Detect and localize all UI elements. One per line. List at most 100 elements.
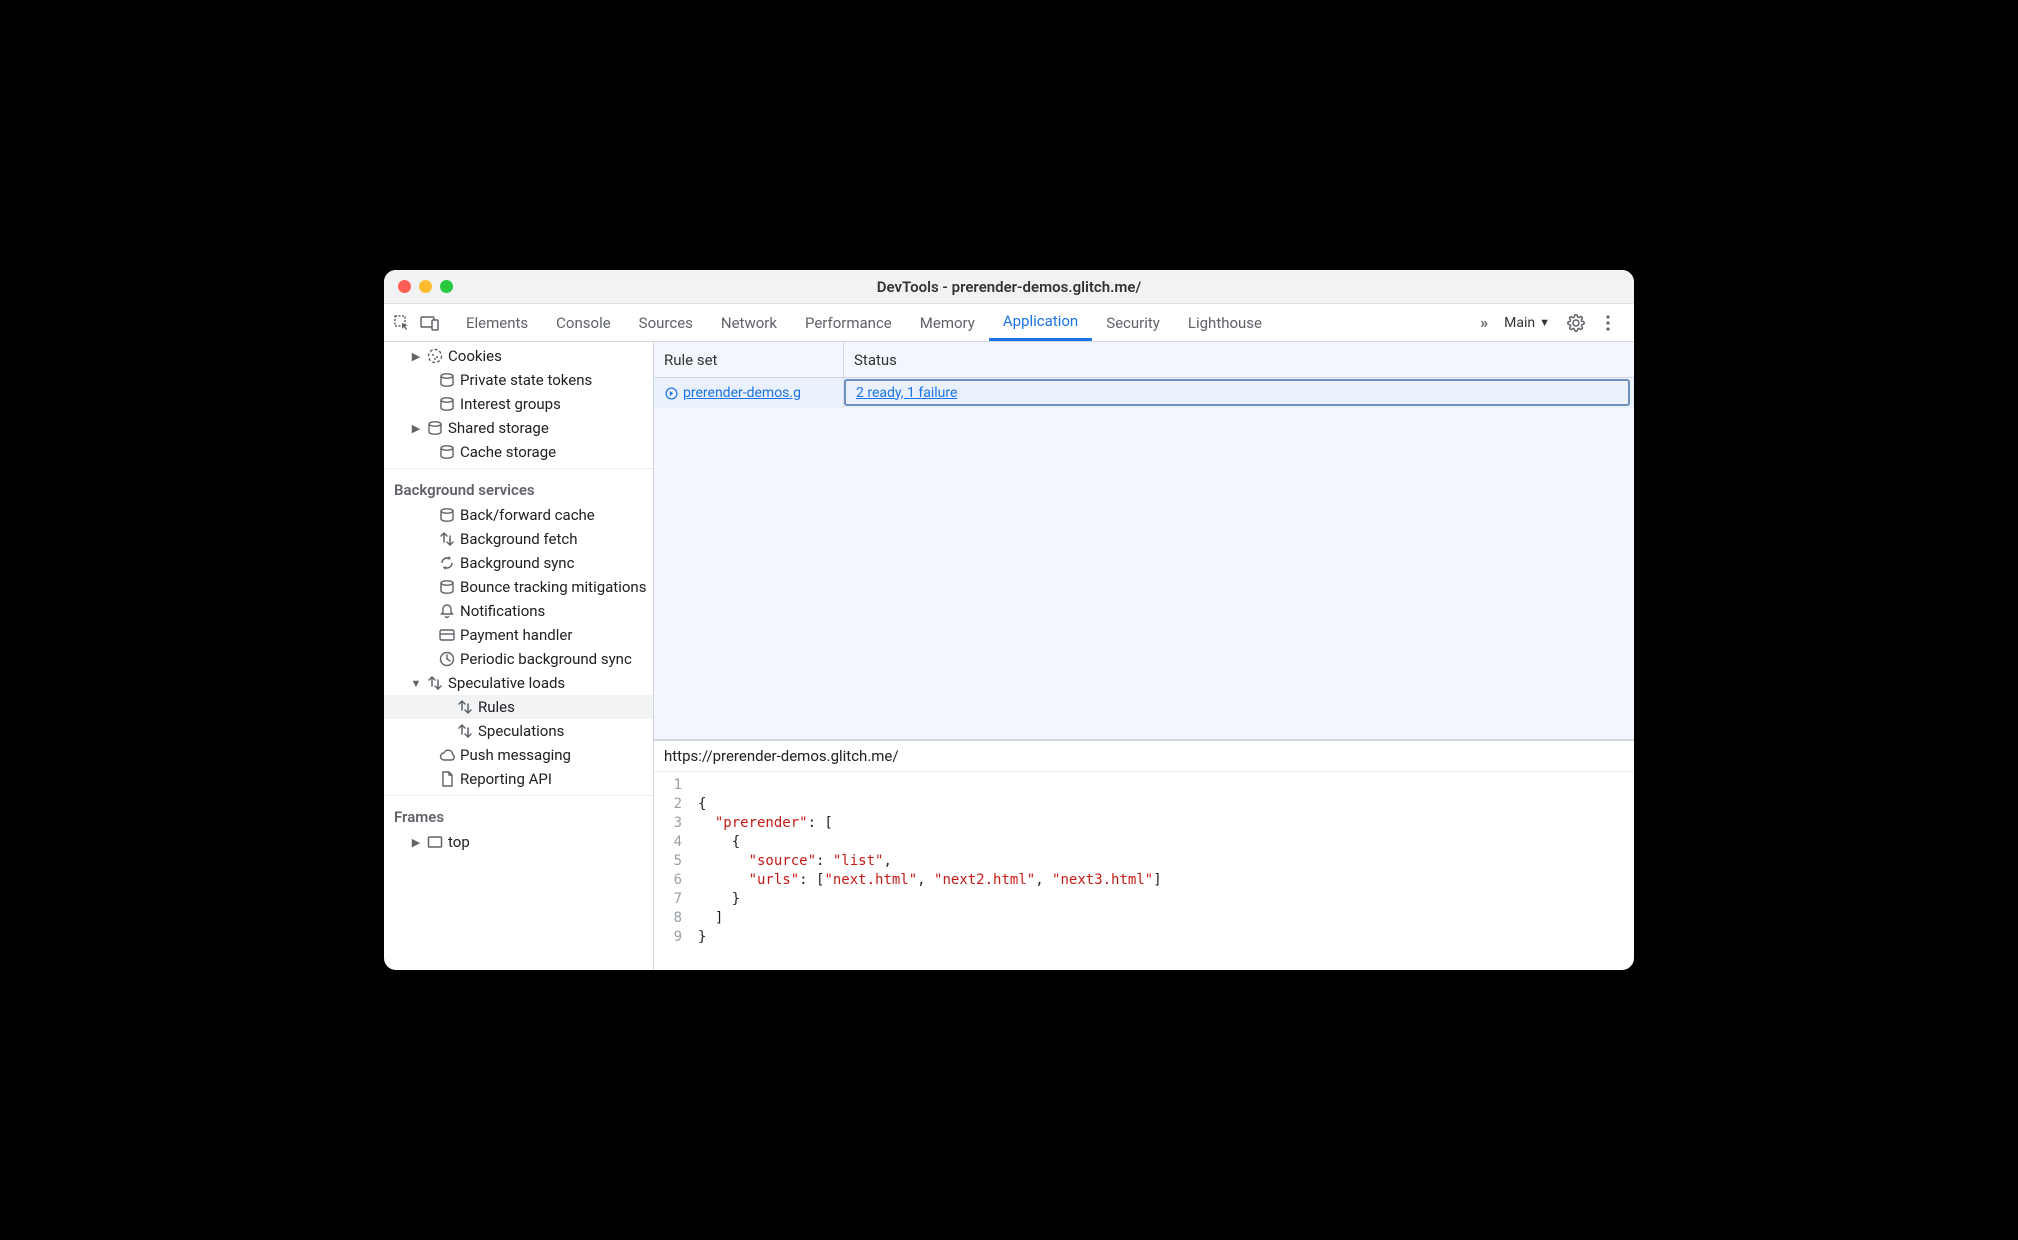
tab-application[interactable]: Application bbox=[989, 304, 1092, 341]
zoom-icon[interactable] bbox=[440, 280, 453, 293]
updown-icon bbox=[456, 698, 474, 716]
code-line: "prerender": [ bbox=[698, 814, 1162, 833]
main-panel: Rule set Status prerender-demos.g 2 ready… bbox=[654, 342, 1634, 970]
code-line: "urls": ["next.html", "next2.html", "nex… bbox=[698, 871, 1162, 890]
sidebar-item-speculative-loads[interactable]: ▼Speculative loads bbox=[384, 671, 653, 695]
sidebar-item-label: Back/forward cache bbox=[460, 506, 595, 524]
sidebar-item-label: Cache storage bbox=[460, 443, 556, 461]
chevron-down-icon[interactable]: ▼ bbox=[410, 677, 422, 690]
kebab-menu-icon[interactable] bbox=[1594, 315, 1622, 331]
code-line: "source": "list", bbox=[698, 852, 1162, 871]
sidebar-item-label: Notifications bbox=[460, 602, 545, 620]
bg-services-header: Background services bbox=[384, 473, 653, 503]
close-icon[interactable] bbox=[398, 280, 411, 293]
sidebar-item-background-fetch[interactable]: Background fetch bbox=[384, 527, 653, 551]
line-number: 3 bbox=[654, 814, 682, 833]
code-line: } bbox=[698, 890, 1162, 909]
toolbar: ElementsConsoleSourcesNetworkPerformance… bbox=[384, 304, 1634, 342]
db-icon bbox=[438, 395, 456, 413]
sidebar-item-label: Reporting API bbox=[460, 770, 552, 788]
sidebar-item-label: Bounce tracking mitigations bbox=[460, 578, 646, 596]
panel-tabs: ElementsConsoleSourcesNetworkPerformance… bbox=[452, 304, 1472, 341]
tab-performance[interactable]: Performance bbox=[791, 304, 906, 341]
code-viewer: 123456789 { "prerender": [ { "source": "… bbox=[654, 772, 1634, 970]
sidebar-item-periodic-background-sync[interactable]: Periodic background sync bbox=[384, 647, 653, 671]
frames-header: Frames bbox=[384, 800, 653, 830]
line-number: 6 bbox=[654, 871, 682, 890]
sidebar-item-cache-storage[interactable]: Cache storage bbox=[384, 440, 653, 464]
col-status[interactable]: Status bbox=[844, 342, 1634, 377]
cloud-icon bbox=[438, 746, 456, 764]
status-link[interactable]: 2 ready, 1 failure bbox=[844, 379, 1630, 406]
settings-icon[interactable] bbox=[1562, 314, 1590, 332]
chevron-right-icon[interactable]: ▶ bbox=[410, 836, 422, 849]
circle-arrow-icon bbox=[664, 386, 679, 401]
sidebar-item-speculations[interactable]: Speculations bbox=[384, 719, 653, 743]
sidebar-item-rules[interactable]: Rules bbox=[384, 695, 653, 719]
window-title: DevTools - prerender-demos.glitch.me/ bbox=[384, 278, 1634, 296]
minimize-icon[interactable] bbox=[419, 280, 432, 293]
sidebar-item-background-sync[interactable]: Background sync bbox=[384, 551, 653, 575]
tab-memory[interactable]: Memory bbox=[906, 304, 989, 341]
more-tabs-icon[interactable]: » bbox=[1472, 313, 1496, 332]
chevron-right-icon[interactable]: ▶ bbox=[410, 422, 422, 435]
tab-security[interactable]: Security bbox=[1092, 304, 1174, 341]
sidebar-item-top[interactable]: ▶ top bbox=[384, 830, 653, 854]
sidebar-item-label: Private state tokens bbox=[460, 371, 592, 389]
code-line: ] bbox=[698, 909, 1162, 928]
target-label: Main bbox=[1504, 315, 1535, 331]
code-lines: { "prerender": [ { "source": "list", "ur… bbox=[694, 776, 1162, 966]
sync-icon bbox=[438, 554, 456, 572]
sidebar-item-private-state-tokens[interactable]: Private state tokens bbox=[384, 368, 653, 392]
updown-icon bbox=[426, 674, 444, 692]
sidebar-item-label: Cookies bbox=[448, 347, 502, 365]
grid-body: prerender-demos.g 2 ready, 1 failure bbox=[654, 378, 1634, 740]
sidebar-item-payment-handler[interactable]: Payment handler bbox=[384, 623, 653, 647]
sidebar-item-cookies[interactable]: ▶ Cookies bbox=[384, 344, 653, 368]
sidebar-item-label: Background sync bbox=[460, 554, 574, 572]
sidebar-item-push-messaging[interactable]: Push messaging bbox=[384, 743, 653, 767]
sidebar-item-label: Periodic background sync bbox=[460, 650, 632, 668]
sidebar-item-back-forward-cache[interactable]: Back/forward cache bbox=[384, 503, 653, 527]
chevron-right-icon[interactable]: ▶ bbox=[410, 350, 422, 363]
sidebar-item-interest-groups[interactable]: Interest groups bbox=[384, 392, 653, 416]
frame-icon bbox=[426, 833, 444, 851]
device-toolbar-icon[interactable] bbox=[416, 304, 444, 341]
code-line: } bbox=[698, 928, 1162, 947]
titlebar: DevTools - prerender-demos.glitch.me/ bbox=[384, 270, 1634, 304]
devtools-window: DevTools - prerender-demos.glitch.me/ El… bbox=[384, 270, 1634, 970]
col-ruleset[interactable]: Rule set bbox=[654, 342, 844, 377]
sidebar-item-label: Shared storage bbox=[448, 419, 549, 437]
sidebar-item-label: Interest groups bbox=[460, 395, 561, 413]
sidebar-item-label: Push messaging bbox=[460, 746, 571, 764]
target-selector[interactable]: Main ▼ bbox=[1496, 315, 1558, 331]
sidebar-item-notifications[interactable]: Notifications bbox=[384, 599, 653, 623]
traffic-lights bbox=[398, 280, 453, 293]
tab-console[interactable]: Console bbox=[542, 304, 625, 341]
ruleset-row[interactable]: prerender-demos.g 2 ready, 1 failure bbox=[654, 378, 1634, 408]
updown-icon bbox=[456, 722, 474, 740]
line-number: 4 bbox=[654, 833, 682, 852]
tab-elements[interactable]: Elements bbox=[452, 304, 542, 341]
sidebar-item-reporting-api[interactable]: Reporting API bbox=[384, 767, 653, 791]
grid-header: Rule set Status bbox=[654, 342, 1634, 378]
line-number: 9 bbox=[654, 928, 682, 947]
sidebar-item-bounce-tracking-mitigations[interactable]: Bounce tracking mitigations bbox=[384, 575, 653, 599]
ruleset-link[interactable]: prerender-demos.g bbox=[683, 385, 801, 401]
tab-network[interactable]: Network bbox=[707, 304, 791, 341]
bell-icon bbox=[438, 602, 456, 620]
sidebar-item-shared-storage[interactable]: ▶ Shared storage bbox=[384, 416, 653, 440]
line-number: 8 bbox=[654, 909, 682, 928]
tab-lighthouse[interactable]: Lighthouse bbox=[1174, 304, 1276, 341]
sidebar-item-label: Rules bbox=[478, 698, 515, 716]
detail-url: https://prerender-demos.glitch.me/ bbox=[654, 741, 1634, 772]
line-number: 1 bbox=[654, 776, 682, 795]
db-icon bbox=[438, 443, 456, 461]
code-line: { bbox=[698, 833, 1162, 852]
line-gutter: 123456789 bbox=[654, 776, 694, 966]
line-number: 2 bbox=[654, 795, 682, 814]
sidebar-item-label: top bbox=[448, 833, 470, 851]
doc-icon bbox=[438, 770, 456, 788]
tab-sources[interactable]: Sources bbox=[625, 304, 707, 341]
inspect-element-icon[interactable] bbox=[388, 304, 416, 341]
